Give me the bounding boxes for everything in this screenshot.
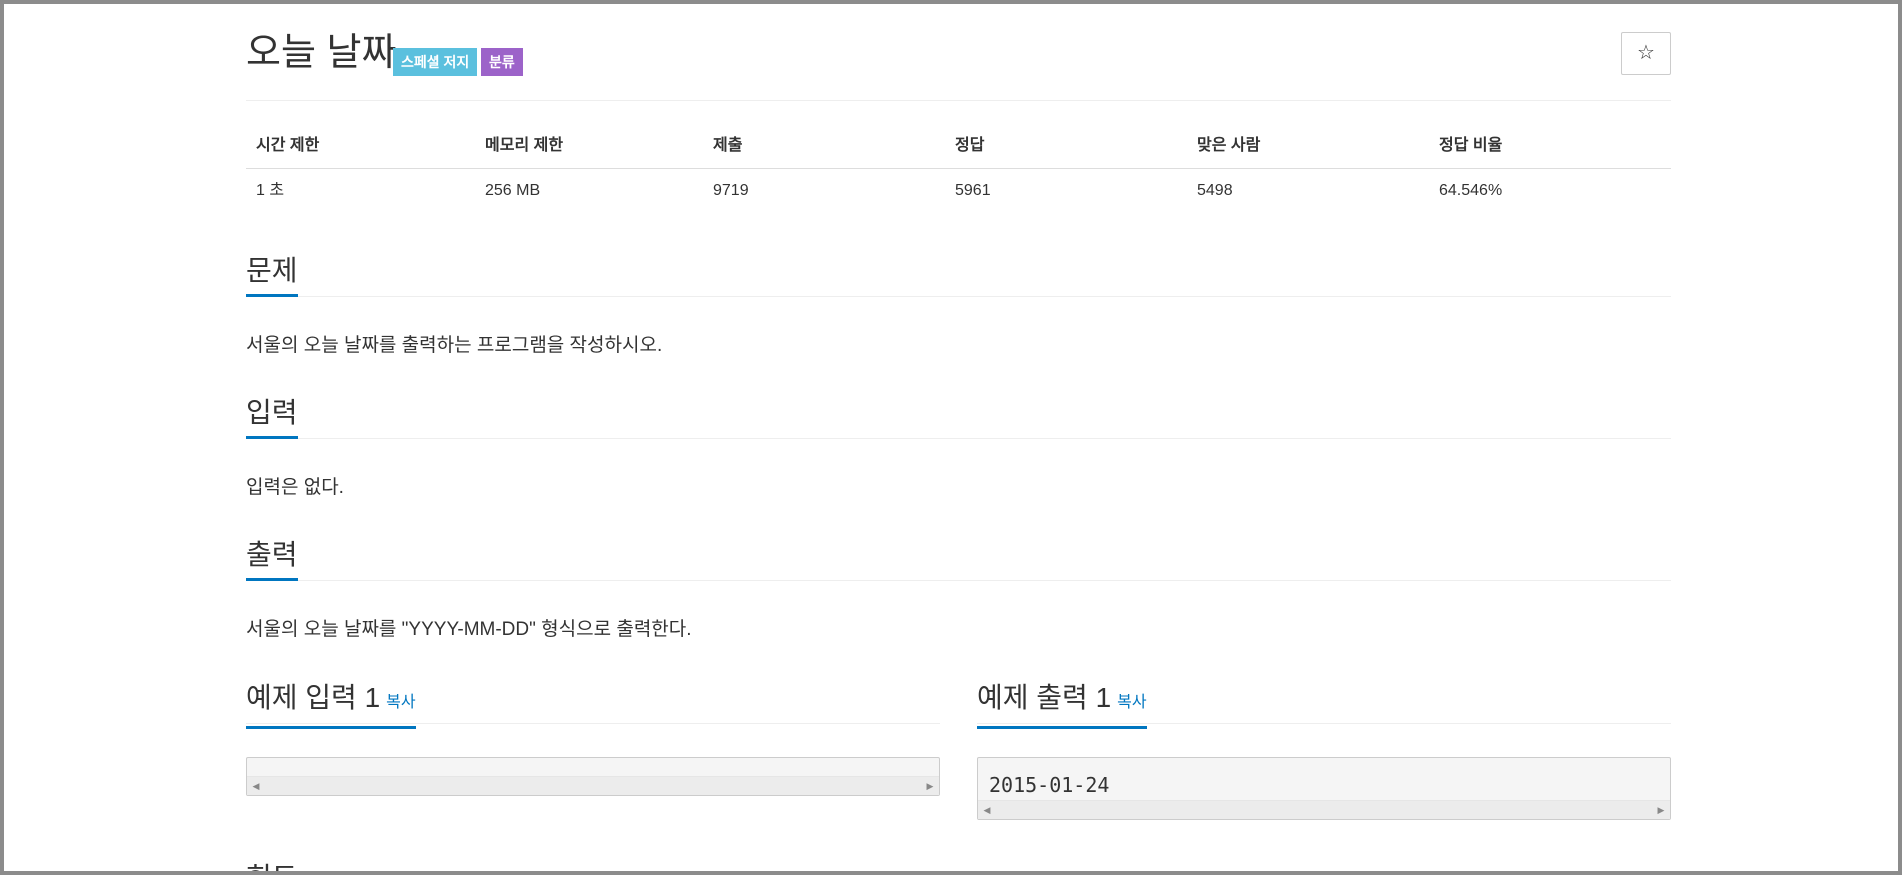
problem-info-table: 시간 제한 메모리 제한 제출 정답 맞은 사람 정답 비율 1 초 256 M… [246, 124, 1671, 214]
scroll-right-arrow-icon[interactable]: ▶ [1652, 801, 1670, 819]
value-solved-users[interactable]: 5498 [1197, 169, 1233, 213]
sample-output-headline: 예제 출력 1 복사 [977, 679, 1671, 729]
scroll-left-arrow-icon[interactable]: ◀ [247, 777, 265, 795]
section-title-input: 입력 [246, 396, 298, 439]
sample-input-title-text: 예제 입력 1 [246, 682, 381, 713]
value-time-limit: 1 초 [256, 182, 285, 199]
table-row: 1 초 256 MB 9719 5961 5498 64.546% [246, 169, 1671, 214]
sample-output-content: 2015-01-24 [989, 773, 1110, 797]
header-submissions: 제출 [713, 137, 743, 154]
section-headline: 입력 [246, 394, 1671, 439]
section-headline: 문제 [246, 252, 1671, 297]
scroll-left-arrow-icon[interactable]: ◀ [978, 801, 996, 819]
value-accept-ratio: 64.546% [1439, 182, 1503, 199]
header-accept-ratio: 정답 비율 [1439, 137, 1503, 154]
section-title-description: 문제 [246, 254, 298, 297]
section-title-output: 출력 [246, 538, 298, 581]
sample-input-panel: 예제 입력 1 복사 ◀ ▶ [246, 679, 940, 796]
value-submissions[interactable]: 9719 [713, 169, 749, 213]
header-memory-limit: 메모리 제한 [485, 137, 564, 154]
section-description: 문제 서울의 오늘 날짜를 출력하는 프로그램을 작성하시오. [246, 252, 1671, 356]
value-memory-limit: 256 MB [485, 182, 541, 199]
input-text: 입력은 없다. [246, 477, 344, 498]
section-input: 입력 입력은 없다. [246, 394, 1671, 498]
star-icon: ☆ [1637, 42, 1655, 64]
problem-title: 오늘 날짜 [246, 32, 397, 74]
section-title-hint: 힌트 [246, 861, 298, 871]
header-accepted: 정답 [955, 137, 985, 154]
copy-sample-output-link[interactable]: 복사 [1117, 694, 1146, 711]
window-frame: 오늘 날짜 스페셜 저지 분류 ☆ 시간 제한 메모리 제한 제출 정답 맞은 … [0, 0, 1902, 875]
sample-input-content [247, 758, 939, 776]
sample-output-scrollbar[interactable]: ◀ ▶ [978, 800, 1670, 819]
sample-output-box[interactable]: 2015-01-24 ◀ ▶ [977, 757, 1671, 820]
section-output: 출력 서울의 오늘 날짜를 "YYYY-MM-DD" 형식으로 출력한다. [246, 536, 1671, 640]
sample-output-title-text: 예제 출력 1 [977, 682, 1112, 713]
sample-input-title: 예제 입력 1 복사 [246, 681, 416, 729]
favorite-star-button[interactable]: ☆ [1621, 32, 1671, 75]
sample-input-headline: 예제 입력 1 복사 [246, 679, 940, 729]
problem-header: 오늘 날짜 스페셜 저지 분류 ☆ [246, 4, 1671, 101]
copy-sample-input-link[interactable]: 복사 [386, 694, 415, 711]
value-accepted[interactable]: 5961 [955, 169, 991, 213]
header-time-limit: 시간 제한 [256, 137, 320, 154]
sample-input-scrollbar[interactable]: ◀ ▶ [247, 776, 939, 795]
category-badge[interactable]: 분류 [481, 48, 523, 76]
section-headline: 출력 [246, 536, 1671, 581]
sample-output-title: 예제 출력 1 복사 [977, 681, 1147, 729]
sample-input-box[interactable]: ◀ ▶ [246, 757, 940, 796]
scroll-right-arrow-icon[interactable]: ▶ [921, 777, 939, 795]
table-header-row: 시간 제한 메모리 제한 제출 정답 맞은 사람 정답 비율 [246, 124, 1671, 169]
header-solved-users: 맞은 사람 [1197, 137, 1261, 154]
sample-output-panel: 예제 출력 1 복사 2015-01-24 ◀ ▶ [977, 679, 1671, 820]
special-judge-badge[interactable]: 스페셜 저지 [393, 48, 478, 76]
output-text: 서울의 오늘 날짜를 "YYYY-MM-DD" 형식으로 출력한다. [246, 619, 692, 640]
description-text: 서울의 오늘 날짜를 출력하는 프로그램을 작성하시오. [246, 335, 663, 356]
